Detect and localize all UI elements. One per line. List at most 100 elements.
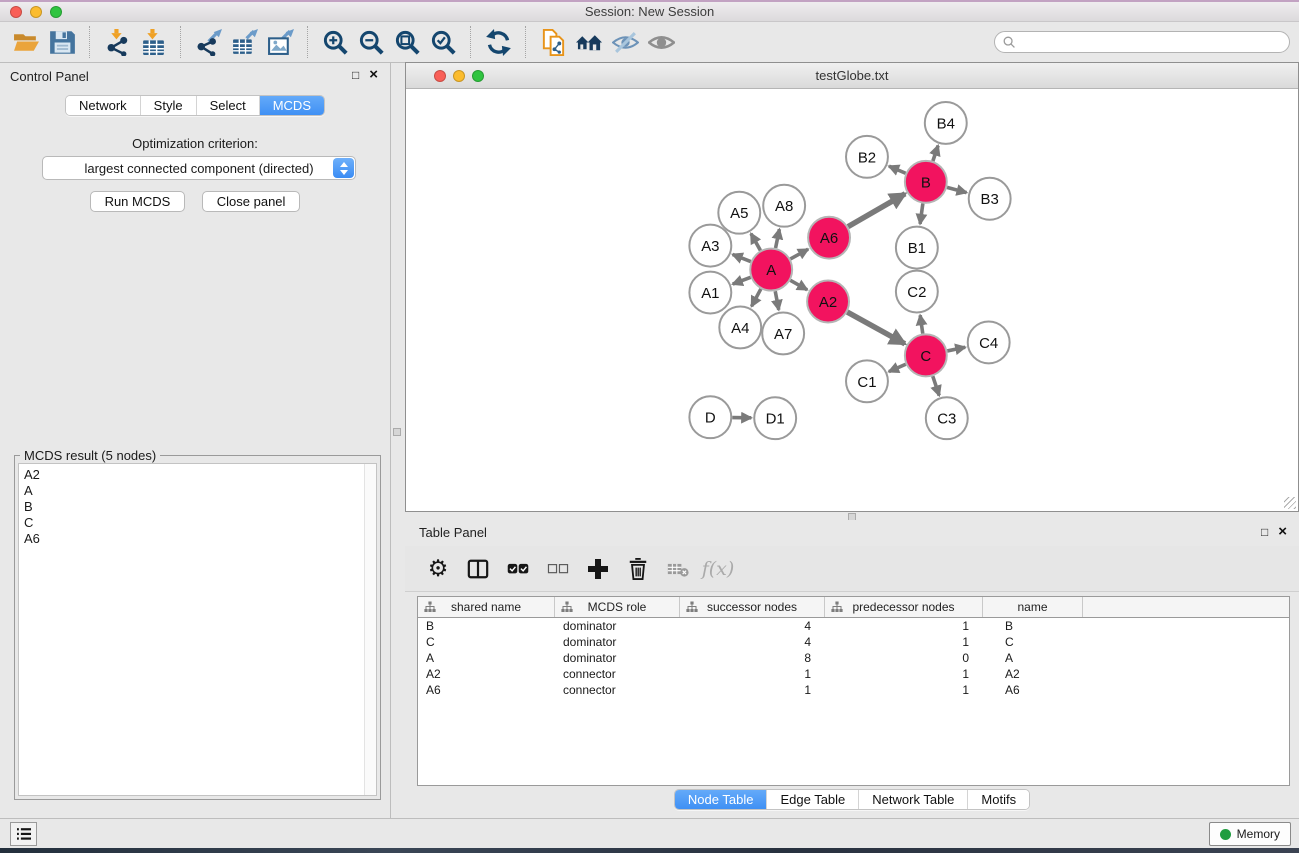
network-close-button[interactable]: [434, 70, 446, 82]
zoom-fit-button[interactable]: [389, 25, 425, 59]
table-row[interactable]: A2connector11A2: [418, 666, 1289, 682]
graph-edge-B-B4[interactable]: [933, 146, 938, 161]
table-row[interactable]: Bdominator41B: [418, 618, 1289, 634]
function-builder-button[interactable]: f(x): [699, 553, 737, 585]
column-header-MCDS-role[interactable]: MCDS role: [555, 597, 680, 617]
cell-name[interactable]: C: [983, 635, 1083, 649]
graph-node-A8[interactable]: A8: [763, 185, 805, 227]
memory-button[interactable]: Memory: [1209, 822, 1291, 846]
result-item[interactable]: A2: [24, 467, 371, 483]
cell-predecessor-nodes[interactable]: 1: [825, 683, 983, 697]
table-row[interactable]: Adominator80A: [418, 650, 1289, 666]
table-tab-edge-table[interactable]: Edge Table: [766, 790, 858, 809]
delete-table-button[interactable]: [659, 553, 697, 585]
export-table-button[interactable]: [226, 25, 262, 59]
graph-node-C4[interactable]: C4: [968, 321, 1010, 363]
cell-shared-name[interactable]: C: [418, 635, 555, 649]
tab-style[interactable]: Style: [140, 96, 196, 115]
export-image-button[interactable]: [262, 25, 298, 59]
cell-predecessor-nodes[interactable]: 0: [825, 651, 983, 665]
delete-column-button[interactable]: [619, 553, 657, 585]
network-maximize-button[interactable]: [472, 70, 484, 82]
column-view-button[interactable]: [459, 553, 497, 585]
column-header-successor-nodes[interactable]: successor nodes: [680, 597, 825, 617]
graph-node-A1[interactable]: A1: [689, 272, 731, 314]
result-item[interactable]: A6: [24, 531, 371, 547]
refresh-button[interactable]: [480, 25, 516, 59]
float-table-panel-icon[interactable]: □: [1261, 525, 1268, 539]
minimize-window-button[interactable]: [30, 6, 42, 18]
cell-name[interactable]: A2: [983, 667, 1083, 681]
table-row[interactable]: Cdominator41C: [418, 634, 1289, 650]
cell-name[interactable]: A6: [983, 683, 1083, 697]
graph-node-B3[interactable]: B3: [969, 178, 1011, 220]
cell-successor-nodes[interactable]: 1: [680, 667, 825, 681]
close-panel-button[interactable]: Close panel: [202, 191, 301, 212]
cell-MCDS-role[interactable]: connector: [555, 667, 680, 681]
close-window-button[interactable]: [10, 6, 22, 18]
zoom-out-button[interactable]: [353, 25, 389, 59]
graph-node-B2[interactable]: B2: [846, 136, 888, 178]
cell-successor-nodes[interactable]: 4: [680, 619, 825, 633]
zoom-in-button[interactable]: [317, 25, 353, 59]
graph-edge-A-A5[interactable]: [751, 234, 760, 251]
window-titlebar[interactable]: Session: New Session: [0, 2, 1299, 22]
graph-node-A6[interactable]: A6: [808, 217, 850, 259]
zoom-selected-button[interactable]: [425, 25, 461, 59]
mcds-result-list[interactable]: A2ABCA6: [18, 463, 377, 796]
graph-node-D[interactable]: D: [689, 396, 731, 438]
graph-edge-A-A4[interactable]: [752, 289, 761, 306]
criterion-select[interactable]: largest connected component (directed): [42, 156, 356, 180]
cell-predecessor-nodes[interactable]: 1: [825, 667, 983, 681]
result-item[interactable]: B: [24, 499, 371, 515]
cell-shared-name[interactable]: A6: [418, 683, 555, 697]
graph-edge-A-A7[interactable]: [775, 291, 779, 310]
graph-node-B4[interactable]: B4: [925, 102, 967, 144]
network-minimize-button[interactable]: [453, 70, 465, 82]
cell-predecessor-nodes[interactable]: 1: [825, 619, 983, 633]
graph-edge-B-B1[interactable]: [920, 204, 923, 224]
maximize-window-button[interactable]: [50, 6, 62, 18]
graph-node-A[interactable]: A: [750, 249, 792, 291]
export-network-button[interactable]: [190, 25, 226, 59]
network-canvas[interactable]: AA1A2A3A4A5A6A7A8BB1B2B3B4CC1C2C3C4DD1: [407, 90, 1297, 510]
graph-edge-A-A1[interactable]: [733, 277, 751, 284]
graph-edge-C-C3[interactable]: [933, 376, 939, 395]
save-session-button[interactable]: [44, 25, 80, 59]
graph-edge-C-C4[interactable]: [947, 347, 965, 351]
result-item[interactable]: A: [24, 483, 371, 499]
table-row[interactable]: A6connector11A6: [418, 682, 1289, 698]
graph-node-A4[interactable]: A4: [719, 306, 761, 348]
cell-shared-name[interactable]: A: [418, 651, 555, 665]
gear-button[interactable]: ⚙: [419, 553, 457, 585]
graph-node-A7[interactable]: A7: [762, 312, 804, 354]
tab-mcds[interactable]: MCDS: [259, 96, 324, 115]
cell-shared-name[interactable]: B: [418, 619, 555, 633]
graph-edge-A-A8[interactable]: [776, 229, 780, 248]
tab-select[interactable]: Select: [196, 96, 259, 115]
graph-edge-C-C1[interactable]: [889, 364, 906, 371]
graph-edge-A-A2[interactable]: [790, 280, 807, 289]
frame-resize-grip[interactable]: [1284, 497, 1296, 509]
cell-shared-name[interactable]: A2: [418, 667, 555, 681]
graph-edge-B-B3[interactable]: [947, 187, 966, 192]
cell-MCDS-role[interactable]: dominator: [555, 651, 680, 665]
graph-node-C3[interactable]: C3: [926, 397, 968, 439]
open-session-button[interactable]: [8, 25, 44, 59]
graph-node-C[interactable]: C: [905, 334, 947, 376]
import-table-button[interactable]: [135, 25, 171, 59]
show-all-button[interactable]: [643, 25, 679, 59]
cell-successor-nodes[interactable]: 1: [680, 683, 825, 697]
float-panel-icon[interactable]: □: [352, 68, 359, 82]
graph-edge-A-A6[interactable]: [790, 249, 808, 259]
deselect-all-button[interactable]: [539, 553, 577, 585]
run-mcds-button[interactable]: Run MCDS: [90, 191, 186, 212]
cell-name[interactable]: A: [983, 651, 1083, 665]
graph-node-A5[interactable]: A5: [718, 192, 760, 234]
close-table-panel-icon[interactable]: ×: [1278, 526, 1287, 538]
result-item[interactable]: C: [24, 515, 371, 531]
graph-node-A3[interactable]: A3: [689, 225, 731, 267]
graph-edge-C-C2[interactable]: [920, 315, 923, 333]
cell-successor-nodes[interactable]: 8: [680, 651, 825, 665]
vertical-splitter-handle[interactable]: [393, 428, 401, 436]
